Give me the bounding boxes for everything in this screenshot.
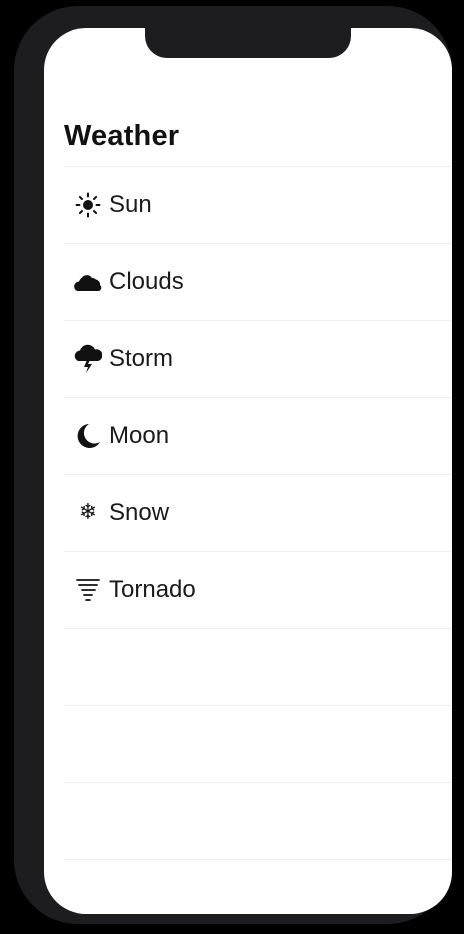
list-item-snow[interactable]: ❄ Snow: [64, 474, 452, 551]
empty-row: [64, 859, 452, 914]
notch: [145, 28, 351, 58]
empty-row: [64, 782, 452, 859]
screen: Weather Sun Clouds Storm Moon ❄ Snow Tor…: [44, 28, 452, 914]
list-item-label: Storm: [109, 345, 174, 372]
snowflake-icon: ❄: [78, 500, 98, 525]
storm-icon: [73, 344, 103, 374]
tornado-icon: [73, 575, 103, 605]
clouds-icon: [73, 267, 103, 297]
list-item-tornado[interactable]: Tornado: [64, 551, 452, 628]
list-item-label: Moon: [109, 422, 170, 449]
list-item-moon[interactable]: Moon: [64, 397, 452, 474]
sun-icon: [73, 190, 103, 220]
empty-row: [64, 628, 452, 705]
list-item-label: Sun: [109, 191, 152, 218]
list-item-storm[interactable]: Storm: [64, 320, 452, 397]
weather-list: Sun Clouds Storm Moon ❄ Snow Tornado: [64, 166, 452, 914]
phone-frame: Weather Sun Clouds Storm Moon ❄ Snow Tor…: [14, 6, 452, 924]
empty-row: [64, 705, 452, 782]
list-item-label: Tornado: [109, 576, 196, 603]
list-item-clouds[interactable]: Clouds: [64, 243, 452, 320]
list-item-label: Snow: [109, 499, 170, 526]
list-item-sun[interactable]: Sun: [64, 166, 452, 243]
moon-icon: [73, 421, 103, 451]
page-title: Weather: [64, 120, 180, 152]
list-item-label: Clouds: [109, 268, 184, 295]
